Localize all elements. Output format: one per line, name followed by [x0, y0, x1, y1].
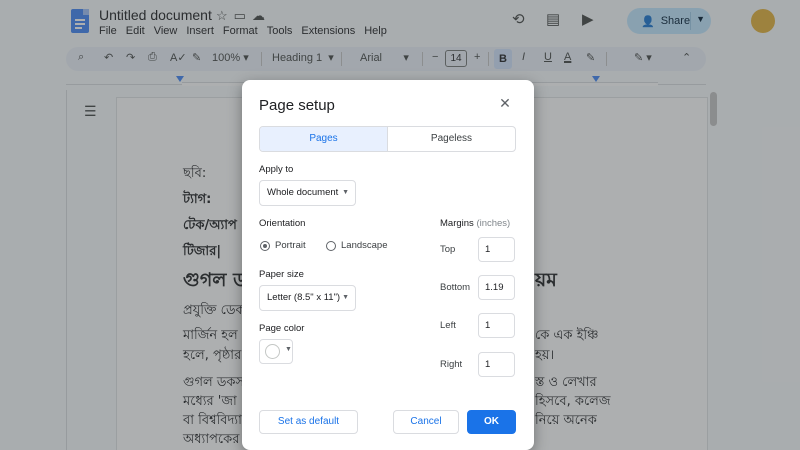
orientation-label: Orientation	[259, 218, 306, 229]
page-color-label: Page color	[259, 323, 305, 334]
margin-top-label: Top	[440, 244, 456, 255]
apply-to-label: Apply to	[259, 164, 294, 175]
page-setup-dialog: Page setup ✕ Pages Pageless Apply to Who…	[242, 80, 534, 450]
tab-pages[interactable]: Pages	[260, 127, 388, 151]
chevron-down-icon: ▼	[285, 346, 292, 353]
paper-size-value: Letter (8.5" x 11")	[267, 292, 341, 303]
margin-right-input[interactable]: 1	[478, 352, 515, 377]
apply-to-select[interactable]: Whole document ▼	[259, 180, 356, 206]
margin-bottom-label: Bottom	[440, 282, 471, 293]
margin-right-label: Right	[440, 359, 463, 370]
portrait-label[interactable]: Portrait	[275, 240, 306, 251]
margin-top-input[interactable]: 1	[478, 237, 515, 262]
paper-size-label: Paper size	[259, 269, 304, 280]
page-color-picker[interactable]: ▼	[259, 339, 293, 364]
landscape-label[interactable]: Landscape	[341, 240, 387, 251]
tab-pageless[interactable]: Pageless	[388, 127, 515, 151]
chevron-down-icon: ▼	[342, 294, 349, 301]
cancel-button[interactable]: Cancel	[393, 410, 459, 434]
ok-button[interactable]: OK	[467, 410, 516, 434]
dialog-title: Page setup	[259, 97, 335, 114]
close-icon[interactable]: ✕	[498, 96, 512, 110]
apply-to-value: Whole document	[267, 187, 339, 198]
landscape-radio[interactable]	[326, 241, 336, 251]
set-as-default-button[interactable]: Set as default	[259, 410, 358, 434]
color-swatch	[265, 344, 280, 359]
margins-label: Margins (inches)	[440, 218, 511, 229]
margin-bottom-input[interactable]: 1.19	[478, 275, 515, 300]
portrait-radio[interactable]	[260, 241, 270, 251]
page-mode-toggle: Pages Pageless	[259, 126, 516, 152]
paper-size-select[interactable]: Letter (8.5" x 11") ▼	[259, 285, 356, 311]
margin-left-label: Left	[440, 320, 456, 331]
chevron-down-icon: ▼	[342, 189, 349, 196]
margin-left-input[interactable]: 1	[478, 313, 515, 338]
